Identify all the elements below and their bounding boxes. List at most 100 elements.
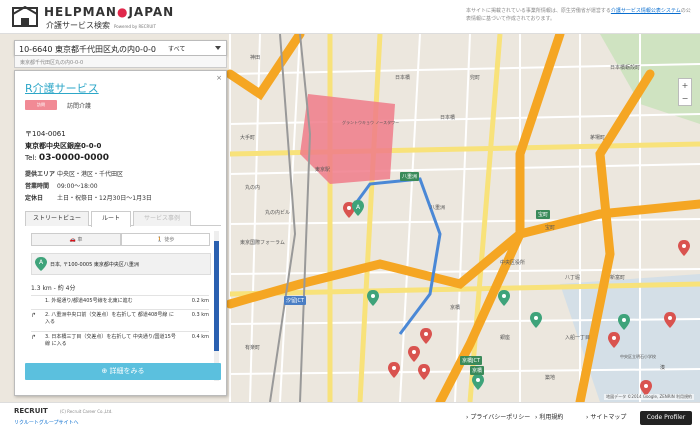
telephone: Tel: 03-0000-0000	[25, 153, 109, 163]
mode-car-button[interactable]: 🚗 車	[31, 233, 121, 246]
turn-right-icon: ↱	[31, 312, 37, 319]
tab-service-examples[interactable]: サービス事例	[133, 211, 191, 226]
turn-right-icon: ↱	[31, 334, 37, 341]
map-label-yaesu: 八重洲	[430, 205, 446, 211]
zoom-out-icon[interactable]: −	[679, 92, 691, 105]
chevron-down-icon[interactable]	[215, 46, 221, 50]
route-step[interactable]: ↱ 3. 日本橋三丁目（交差点）を右折して 中央通り/国道15号線 に入る 0.…	[31, 331, 209, 353]
map-label-marunouchi: 丸の内	[245, 185, 261, 191]
notice-link[interactable]: 介護サービス情報公表システム	[611, 8, 681, 14]
map-attribution[interactable]: 地図データ ©2014 Google, ZENRIN 利用規約	[604, 394, 694, 400]
road-sign-yaesu: 八重洲	[400, 172, 420, 181]
site-subtitle: 介護サービス検索 Powered by RECRUIT	[46, 20, 156, 31]
tel-number[interactable]: 03-0000-0000	[39, 153, 109, 163]
road-sign-takaracho: 宝町	[536, 210, 551, 219]
panel-tabs: ストリートビュー ルート サービス事例	[25, 211, 221, 227]
zoom-in-icon[interactable]: +	[679, 79, 691, 92]
origin-marker-icon: A	[35, 257, 47, 271]
map-label-north-tower: グラントウキョウ ノースタワー	[342, 120, 400, 125]
step-number: 2.	[45, 312, 50, 318]
step-number: 1.	[45, 298, 50, 304]
mode-car-label: 車	[77, 237, 83, 243]
route-step[interactable]: ↱ 2. 八重洲中央口前（交差点）を右折して 都道408号線 に入る 0.3 k…	[31, 309, 209, 331]
service-area-row: 提供エリア 中央区・港区・千代田区	[25, 169, 123, 178]
map-label-otemachi: 大手町	[240, 135, 256, 141]
terms-label: 利用規約	[539, 414, 564, 421]
closed-value: 土日・祝祭日・12月30日～1月3日	[57, 195, 152, 202]
code-profiler-button[interactable]: Code Profiler	[640, 411, 692, 425]
step-text: 1. 外堀通り/都道405号線を北東に進む	[45, 298, 177, 305]
map-label-nihonbashi: 日本橋	[440, 115, 456, 121]
map-label-irifune: 入船一丁目	[565, 335, 591, 341]
hours-value: 09:00～18:00	[57, 183, 98, 190]
step-number: 3.	[45, 334, 50, 340]
footer-link-sitemap[interactable]: › サイトマップ	[586, 412, 626, 421]
view-details-label: 詳細をみる	[109, 367, 145, 375]
hours-label: 営業時間	[25, 183, 50, 190]
zoom-control[interactable]: + −	[678, 78, 692, 106]
notice-text: 本サイトに掲載されている事業所情報は、原生労働省が運営する	[466, 8, 611, 14]
travel-mode-selector: 🚗 車 🚶 徒歩	[31, 233, 210, 246]
area-label: 提供エリア	[25, 171, 56, 178]
service-type: 訪問介護	[67, 103, 92, 110]
closed-row: 定休日 土日・祝祭日・12月30日～1月3日	[25, 193, 152, 202]
site-footer: RECRUIT (C) Recruit Career Co.,Ltd. リクルー…	[0, 402, 700, 430]
map-label-chuo-ward-office: 中央区役所	[500, 260, 526, 266]
powered-by: Powered by RECRUIT	[114, 24, 156, 29]
map-label-kyobashi: 京橋	[450, 305, 461, 311]
tab-route[interactable]: ルート	[91, 211, 131, 227]
view-details-button[interactable]: ⊕ 詳細をみる	[25, 363, 221, 380]
map-label-nihonbashi-2: 日本橋	[395, 75, 411, 81]
privacy-label: プライバシーポリシー	[470, 414, 531, 421]
site-subtitle-text: 介護サービス検索	[46, 21, 110, 30]
origin-address: 日本, 〒100-0005 東京都中央区八重洲	[50, 262, 139, 268]
data-source-notice: 本サイトに掲載されている事業所情報は、原生労働省が運営する介護サービス情報公表シ…	[466, 7, 692, 23]
search-value[interactable]: 10-6640 東京都千代田区丸の内0-0-0	[19, 44, 156, 55]
suggestion-text[interactable]: 東京都千代田区丸の内0-0-0	[20, 60, 83, 66]
facility-info-panel: × R介護サービス 訪問 訪問介護 〒104-0061 東京都中央区銀座0-0-…	[14, 70, 227, 396]
step-distance: 0.4 km	[191, 334, 209, 340]
helpman-logo-icon[interactable]	[12, 6, 38, 28]
map-label-tokyo-station: 東京駅	[315, 167, 331, 173]
brand-title[interactable]: HELPMAN●JAPAN	[44, 5, 174, 19]
map-label-minato: 湊	[660, 365, 666, 371]
step-distance: 0.3 km	[191, 312, 209, 318]
brand-part-1: HELPMAN	[44, 5, 117, 19]
route-scrollbar-thumb[interactable]	[214, 241, 219, 351]
facility-address: 東京都中央区銀座0-0-0	[25, 142, 102, 150]
step-instruction: 八重洲中央口前（交差点）を右折して 都道408号線 に入る	[45, 312, 174, 325]
recruit-logo[interactable]: RECRUIT	[14, 407, 48, 415]
tel-label: Tel:	[25, 154, 39, 162]
map-label-marunouchi-building: 丸の内ビル	[265, 210, 291, 216]
recruit-group-link[interactable]: リクルートグループサイトへ	[14, 419, 79, 426]
step-text: 2. 八重洲中央口前（交差点）を右折して 都道408号線 に入る	[45, 312, 177, 326]
road-sign-shiodome-jct: 汐留JCT	[284, 296, 307, 305]
close-icon[interactable]: ×	[216, 74, 222, 82]
tab-street-view[interactable]: ストリートビュー	[25, 211, 89, 226]
brand-part-2: JAPAN	[128, 5, 175, 19]
hours-row: 営業時間 09:00～18:00	[25, 181, 98, 190]
footer-link-privacy[interactable]: › プライバシーポリシー	[466, 412, 530, 421]
step-distance: 0.2 km	[191, 298, 209, 304]
route-step[interactable]: 1. 外堀通り/都道405号線を北東に進む 0.2 km	[31, 295, 209, 309]
facility-name-link[interactable]: R介護サービス	[25, 80, 99, 96]
map-label-akashi-school: 中央区立明石小学校	[620, 354, 656, 359]
map-label-tsukiji: 築地	[545, 375, 556, 381]
map-label-hatchobori: 八丁堀	[565, 275, 581, 281]
mode-walk-label: 徒歩	[164, 237, 175, 243]
search-scope-select[interactable]: すべて	[168, 44, 185, 53]
address-search-input[interactable]: 10-6640 東京都千代田区丸の内0-0-0 すべて	[14, 40, 227, 56]
mode-walk-button[interactable]: 🚶 徒歩	[121, 233, 210, 246]
copyright-text: (C) Recruit Career Co.,Ltd.	[60, 409, 113, 414]
search-suggestion[interactable]: 東京都千代田区丸の内0-0-0	[14, 56, 227, 68]
closed-label: 定休日	[25, 195, 44, 202]
route-origin: A 日本, 〒100-0005 東京都中央区八重洲	[31, 253, 211, 275]
map-label-shintomicho: 新富町	[610, 275, 626, 281]
area-value: 中央区・港区・千代田区	[57, 171, 124, 178]
map-label-ginza: 銀座	[500, 335, 511, 341]
route-summary: 1.3 km - 約 4分	[31, 285, 76, 292]
step-instruction: 日本橋三丁目（交差点）を右折して 中央通り/国道15号線 に入る	[45, 334, 176, 347]
route-directions: A 日本, 〒100-0005 東京都中央区八重洲 1.3 km - 約 4分 …	[25, 249, 221, 379]
step-instruction: 外堀通り/都道405号線を北東に進む	[51, 298, 133, 304]
footer-link-terms[interactable]: › 利用規約	[535, 412, 563, 421]
